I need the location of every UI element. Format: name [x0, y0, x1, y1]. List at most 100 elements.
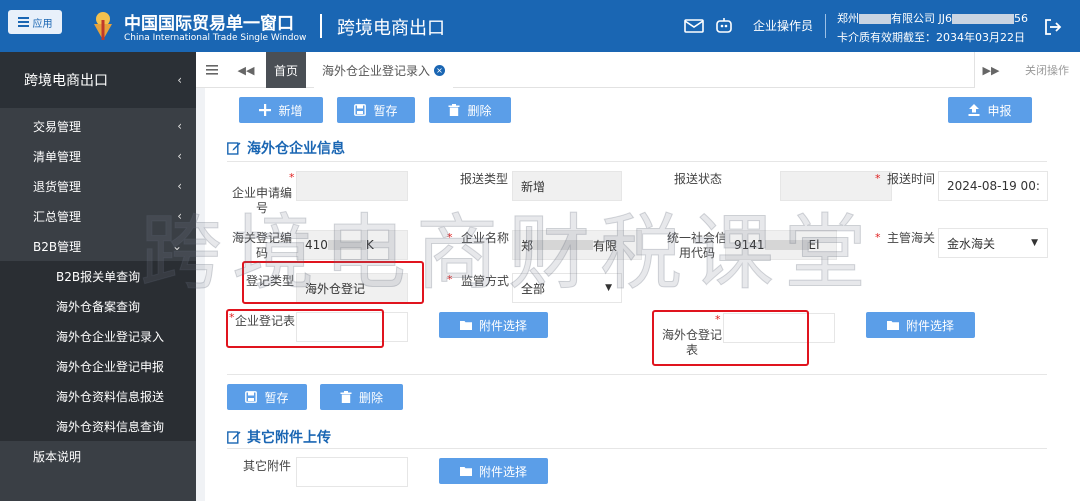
label-company-name: 企业名称 [460, 231, 509, 245]
floppy-icon [354, 104, 367, 116]
send-time-field[interactable]: 2024-08-19 00: [938, 171, 1048, 201]
main-customs-select[interactable]: 金水海关 ▼ [938, 228, 1048, 258]
sidebar-item-trade[interactable]: 交易管理 ‹ [0, 111, 196, 141]
dropdown-arrow-icon: ▼ [605, 283, 612, 293]
hamburger-icon [17, 17, 29, 27]
divider [227, 448, 1047, 449]
delete-button[interactable]: 删除 [429, 97, 511, 123]
logout-icon[interactable] [1043, 17, 1063, 37]
sidebar-item-summary[interactable]: 汇总管理 ‹ [0, 201, 196, 231]
sidebar-toggle-icon[interactable] [202, 52, 222, 88]
label-supervision: 监管方式 [460, 274, 509, 288]
folder-icon [459, 321, 472, 330]
label-send-status: 报送状态 [673, 172, 722, 186]
other-attach-button[interactable]: 附件选择 [439, 458, 548, 484]
supervision-select[interactable]: 全部 ▼ [512, 273, 622, 303]
sidebar-title: 跨境电商出口 [24, 73, 108, 89]
required-mark: * [875, 172, 881, 185]
chevron-left-icon: ‹ [177, 209, 182, 223]
trash-icon [340, 391, 352, 403]
company-name-suffix: 有限 [593, 238, 618, 253]
label-other-attachment: 其它附件 [242, 459, 291, 473]
tab-scroll-right-icon[interactable]: ▶▶ [981, 52, 1001, 88]
save-draft-button[interactable]: 暂存 [337, 97, 415, 123]
credit-code-suffix: El [808, 238, 820, 252]
floppy-icon [245, 391, 258, 403]
upload-icon [968, 104, 980, 116]
sidebar-item-list[interactable]: 清单管理 ‹ [0, 141, 196, 171]
attach-button-label: 附件选择 [905, 318, 954, 333]
label-send-time: 报送时间 [886, 172, 935, 186]
trash-icon [448, 104, 460, 116]
card-validity: 卡介质有效期截至：2034年03月22日 [837, 31, 1025, 44]
required-mark: * [447, 231, 453, 244]
section-title-text: 海外仓企业信息 [247, 141, 345, 157]
sidebar-item-b2b[interactable]: B2B管理 ⌄ [0, 231, 196, 261]
operator-role[interactable]: 企业操作员 [753, 17, 813, 34]
subsystem-title: 跨境电商出口 [337, 18, 445, 39]
close-operations-button[interactable]: 关闭操作 [1019, 52, 1075, 88]
sidebar-subitem-label: B2B报关单查询 [56, 269, 141, 284]
close-icon[interactable]: × [434, 64, 446, 76]
customs-code-prefix: 410 [305, 238, 328, 252]
highlight-box-reg-type [242, 261, 424, 304]
section-title-warehouse-info: 海外仓企业信息 [227, 138, 345, 158]
tab-register-entry[interactable]: 海外仓企业登记录入 × [314, 52, 454, 88]
attach-button-label: 附件选择 [478, 464, 527, 479]
add-button[interactable]: 新增 [239, 97, 323, 123]
mail-icon[interactable] [684, 17, 704, 35]
sidebar-subitem-register-declare[interactable]: 海外仓企业登记申报 [0, 351, 196, 381]
plus-icon [259, 104, 272, 116]
sidebar-subitem-info-query[interactable]: 海外仓资料信息查询 [0, 411, 196, 441]
folder-icon [886, 321, 899, 330]
sidebar-subitem-info-submit[interactable]: 海外仓资料信息报送 [0, 381, 196, 411]
robot-service-icon[interactable] [714, 17, 734, 35]
add-button-label: 新增 [278, 103, 303, 118]
folder-icon [459, 467, 472, 476]
sidebar-item-label: 清单管理 [33, 149, 82, 164]
required-mark: * [875, 231, 881, 244]
attach-button-label: 附件选择 [478, 318, 527, 333]
company-middle: 有限公司 JJ6 [891, 12, 952, 25]
chevron-left-icon: ‹ [177, 73, 182, 87]
divider [227, 374, 1047, 375]
app-menu-button[interactable]: 应用 [8, 10, 62, 34]
sidebar-item-version[interactable]: 版本说明 [0, 441, 196, 471]
sidebar-item-label: 交易管理 [33, 119, 82, 134]
form-delete-label: 删除 [358, 390, 383, 405]
company-name-prefix: 郑 [521, 238, 534, 253]
submit-declare-button[interactable]: 申报 [948, 97, 1032, 123]
highlight-box-company-form [226, 309, 384, 348]
send-type-field: 新增 [512, 171, 622, 201]
label-credit-code: 统一社会信用代码 [666, 231, 727, 260]
sidebar-item-label: B2B管理 [33, 239, 82, 254]
delete-button-label: 删除 [467, 103, 492, 118]
site-title: 中国国际贸易单一窗口 [124, 14, 294, 34]
required-mark: * [289, 171, 295, 184]
label-apply-no: 企业申请编号 [231, 186, 292, 215]
app-button-label: 应用 [32, 18, 53, 30]
section-title-text: 其它附件上传 [247, 430, 331, 446]
sidebar-item-return[interactable]: 退货管理 ‹ [0, 171, 196, 201]
company-form-attach-button[interactable]: 附件选择 [439, 312, 548, 338]
sidebar-item-label: 版本说明 [33, 449, 82, 464]
customs-code-suffix: K [365, 238, 374, 252]
sidebar-subitem-b2b-query[interactable]: B2B报关单查询 [0, 261, 196, 291]
credit-code-field: 9141 El [725, 230, 837, 260]
form-save-button[interactable]: 暂存 [227, 384, 307, 410]
tab-home[interactable]: 首页 [266, 52, 306, 88]
form-delete-button[interactable]: 删除 [320, 384, 403, 410]
tab-bar: ◀◀ 首页 海外仓企业登记录入 × ▶▶ 关闭操作 [196, 52, 1080, 88]
company-name-field: 郑 有限 [512, 230, 642, 260]
edit-icon [227, 142, 241, 155]
main-customs-value: 金水海关 [947, 236, 996, 251]
sidebar-header[interactable]: 跨境电商出口 ‹ [0, 52, 196, 108]
tab-label: 海外仓企业登记录入 [322, 63, 431, 78]
other-attachment-field[interactable] [296, 457, 408, 487]
site-title-en: China International Trade Single Window [124, 33, 307, 43]
sidebar-subitem-register-entry[interactable]: 海外仓企业登记录入 [0, 321, 196, 351]
warehouse-form-attach-button[interactable]: 附件选择 [866, 312, 975, 338]
tab-scroll-left-icon[interactable]: ◀◀ [236, 52, 256, 88]
sidebar-subitem-warehouse-record[interactable]: 海外仓备案查询 [0, 291, 196, 321]
highlight-box-warehouse-form [652, 310, 809, 366]
